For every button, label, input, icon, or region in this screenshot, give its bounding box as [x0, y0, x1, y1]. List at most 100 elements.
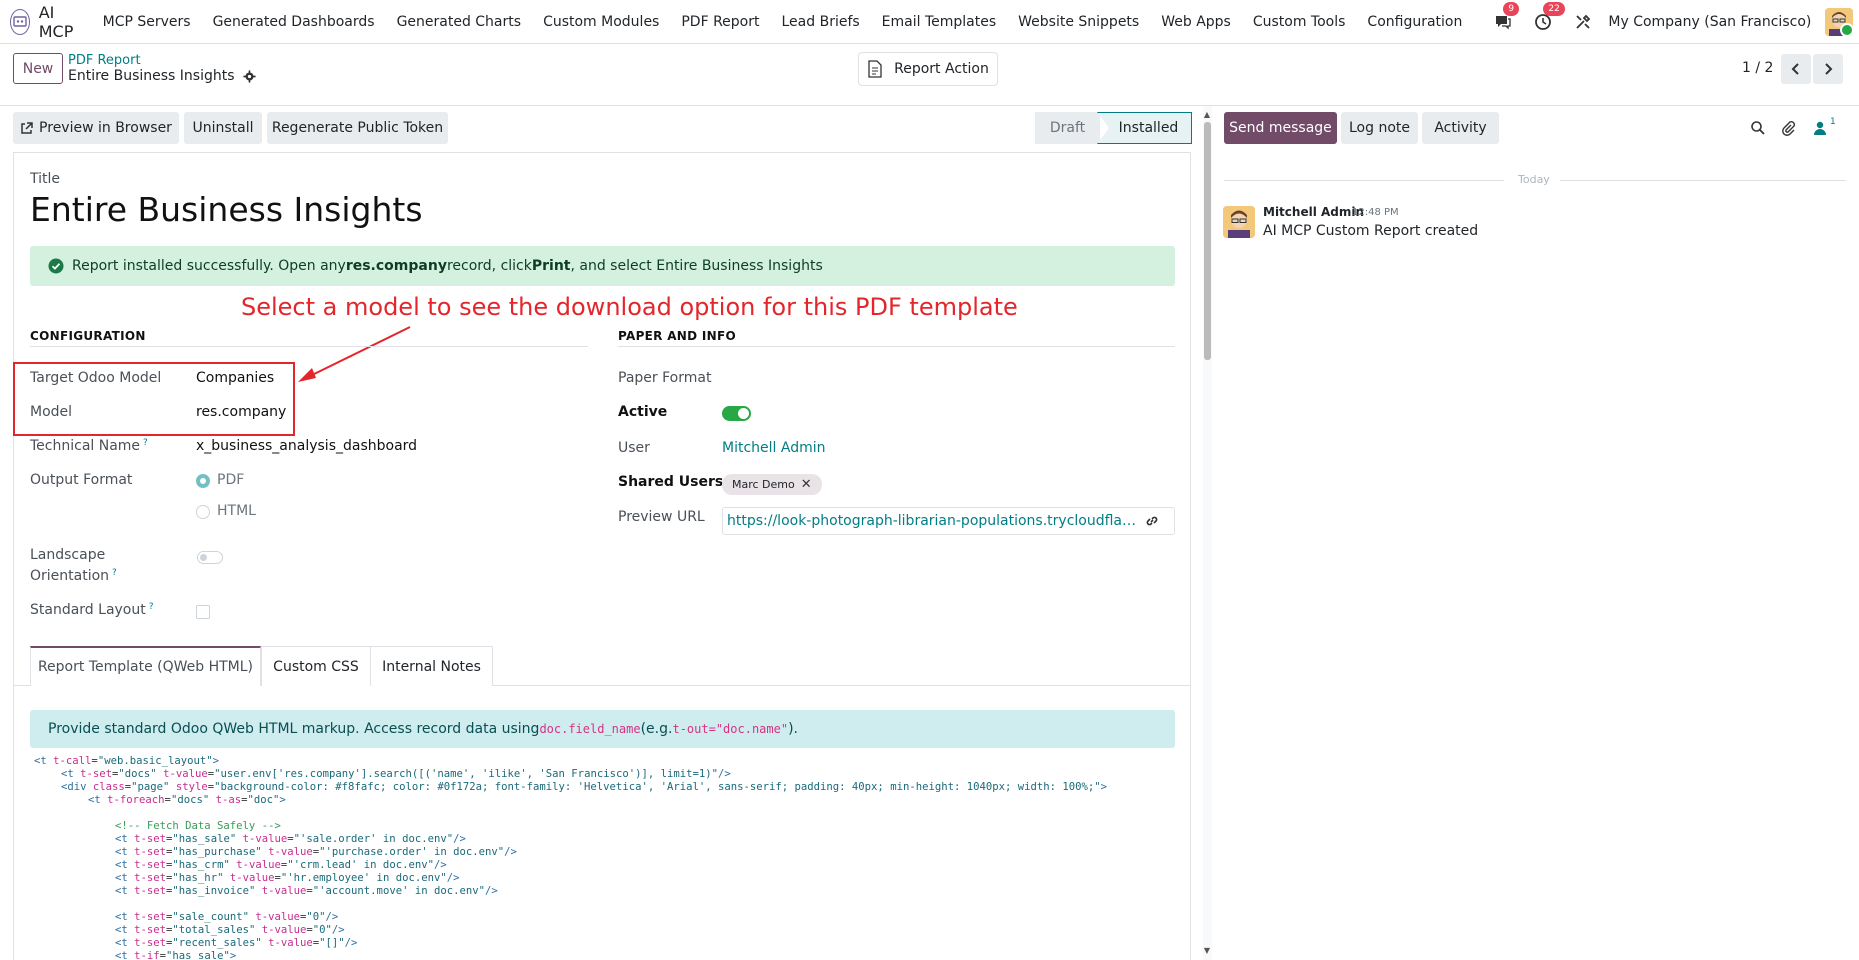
menu-custom-tools[interactable]: Custom Tools	[1242, 14, 1357, 30]
code-line[interactable]: <t t-set="has_crm" t-value="'crm.lead' i…	[34, 859, 1107, 872]
preview-url-field[interactable]: https://look-photograph-librarian-popula…	[722, 507, 1175, 535]
tab-custom-css[interactable]: Custom CSS	[261, 646, 371, 686]
title-field[interactable]: Entire Business Insights	[30, 190, 423, 229]
main-menu: MCP Servers Generated Dashboards Generat…	[92, 14, 1474, 30]
scroll-down-arrow[interactable]: ▼	[1202, 946, 1212, 956]
scroll-up-arrow[interactable]: ▲	[1202, 110, 1212, 120]
stage-installed[interactable]: Installed	[1097, 112, 1192, 144]
code-line[interactable]: <t t-set="total_sales" t-value="0"/>	[34, 924, 1107, 937]
today-divider-left	[1224, 180, 1504, 181]
menu-web-apps[interactable]: Web Apps	[1150, 14, 1242, 30]
search-messages-icon[interactable]	[1750, 120, 1766, 136]
message-author-avatar[interactable]	[1223, 206, 1255, 238]
code-token: "0"	[306, 911, 326, 923]
menu-custom-modules[interactable]: Custom Modules	[532, 14, 670, 30]
code-line[interactable]: <t t-call="web.basic_layout">	[34, 755, 1107, 768]
remove-tag-icon[interactable]: ✕	[801, 477, 812, 492]
record-breadcrumb-title: Entire Business Insights	[68, 68, 256, 84]
output-format-pdf-label[interactable]: PDF	[217, 472, 244, 488]
paperclip-icon[interactable]	[1780, 120, 1796, 136]
regenerate-public-token-button[interactable]: Regenerate Public Token	[267, 112, 448, 144]
activity-clock-icon[interactable]: 22	[1533, 1, 1565, 32]
menu-lead-briefs[interactable]: Lead Briefs	[771, 14, 871, 30]
code-token: t-value	[163, 768, 208, 780]
uninstall-button[interactable]: Uninstall	[184, 112, 262, 144]
output-format-html-radio[interactable]	[196, 505, 210, 519]
breadcrumb-pdf-report[interactable]: PDF Report	[68, 53, 141, 68]
output-format-pdf-radio[interactable]	[196, 474, 210, 488]
send-message-button[interactable]: Send message	[1224, 112, 1337, 144]
technical-name-value[interactable]: x_business_analysis_dashboard	[196, 438, 417, 454]
tab-report-template[interactable]: Report Template (QWeb HTML)	[30, 646, 261, 686]
debug-tools-icon[interactable]	[1573, 12, 1593, 32]
app-brand[interactable]: AI MCP	[0, 3, 80, 41]
model-value[interactable]: res.company	[196, 404, 286, 420]
code-token: t-value	[255, 911, 301, 923]
landscape-toggle[interactable]	[197, 551, 223, 564]
message-body: AI MCP Custom Report created	[1263, 223, 1479, 239]
standard-layout-checkbox[interactable]	[196, 605, 210, 619]
code-line[interactable]: <t t-set="has_hr" t-value="'hr.employee'…	[34, 872, 1107, 885]
company-switcher[interactable]: My Company (San Francisco)	[1608, 14, 1811, 30]
followers-icon[interactable]	[1812, 120, 1828, 136]
user-value-link[interactable]: Mitchell Admin	[722, 440, 826, 456]
code-line[interactable]: <t t-set="has_purchase" t-value="'purcha…	[34, 846, 1107, 859]
target-model-value[interactable]: Companies	[196, 370, 274, 386]
user-avatar[interactable]	[1825, 7, 1854, 36]
menu-pdf-report[interactable]: PDF Report	[670, 14, 770, 30]
pager-previous-button[interactable]	[1781, 54, 1811, 84]
landscape-help-icon[interactable]: ?	[112, 568, 117, 578]
new-button[interactable]: New	[13, 53, 63, 84]
gear-icon[interactable]	[242, 69, 256, 83]
code-token: "background-color: #f8fafc; color: #0f17…	[214, 781, 1101, 793]
log-note-button[interactable]: Log note	[1341, 112, 1418, 144]
technical-name-help-icon[interactable]: ?	[143, 438, 148, 448]
code-line[interactable]	[34, 807, 1107, 820]
activity-button[interactable]: Activity	[1422, 112, 1499, 144]
today-label: Today	[1512, 173, 1556, 186]
code-token: <!-- Fetch Data Safely -->	[115, 820, 281, 832]
code-line[interactable]: <t t-set="has_sale" t-value="'sale.order…	[34, 833, 1107, 846]
top-navbar: AI MCP MCP Servers Generated Dashboards …	[0, 0, 1859, 44]
code-line[interactable]: <!-- Fetch Data Safely -->	[34, 820, 1107, 833]
code-token: >	[212, 755, 220, 767]
menu-generated-charts[interactable]: Generated Charts	[386, 14, 533, 30]
code-line[interactable]	[34, 898, 1107, 911]
code-line[interactable]: <t t-if="has_sale">	[34, 950, 1107, 960]
pager-next-button[interactable]	[1813, 54, 1843, 84]
standard-layout-label-text: Standard Layout	[30, 602, 146, 618]
output-format-html-label[interactable]: HTML	[217, 503, 256, 519]
preview-url-label: Preview URL	[618, 509, 705, 525]
code-line[interactable]: <t t-set="recent_sales" t-value="[]"/>	[34, 937, 1107, 950]
stage-draft[interactable]: Draft	[1035, 112, 1100, 144]
title-label: Title	[30, 171, 61, 187]
code-line[interactable]: <t t-set="has_invoice" t-value="'account…	[34, 885, 1107, 898]
code-token: />	[504, 846, 517, 858]
link-icon[interactable]	[1145, 514, 1159, 528]
tab-internal-notes[interactable]: Internal Notes	[370, 646, 493, 686]
report-action-button[interactable]: Report Action	[858, 52, 998, 86]
code-token: "page"	[131, 781, 170, 793]
qweb-code-editor[interactable]: <t t-call="web.basic_layout"> <t t-set="d…	[34, 755, 1107, 960]
code-line[interactable]: <t t-set="docs" t-value="user.env['res.c…	[34, 768, 1107, 781]
menu-email-templates[interactable]: Email Templates	[871, 14, 1007, 30]
code-token: >	[229, 950, 237, 960]
menu-mcp-servers[interactable]: MCP Servers	[92, 14, 202, 30]
preview-in-browser-button[interactable]: Preview in Browser	[13, 112, 179, 144]
preview-url-value[interactable]: https://look-photograph-librarian-popula…	[727, 513, 1137, 529]
code-token: "web.basic_layout"	[97, 755, 213, 767]
code-line[interactable]: <t t-set="sale_count" t-value="0"/>	[34, 911, 1107, 924]
active-toggle[interactable]	[722, 406, 751, 421]
code-line[interactable]: <div class="page" style="background-colo…	[34, 781, 1107, 794]
menu-generated-dashboards[interactable]: Generated Dashboards	[202, 14, 386, 30]
landscape-label-text: Orientation	[30, 568, 110, 584]
message-author[interactable]: Mitchell Admin	[1263, 205, 1364, 219]
menu-configuration[interactable]: Configuration	[1356, 14, 1473, 30]
menu-website-snippets[interactable]: Website Snippets	[1007, 14, 1150, 30]
pager-value[interactable]: 1 / 2	[1742, 60, 1773, 76]
app-name[interactable]: AI MCP	[39, 3, 80, 41]
form-scrollbar-thumb[interactable]	[1204, 122, 1211, 360]
messaging-icon[interactable]: 9	[1493, 1, 1520, 32]
code-line[interactable]: <t t-foreach="docs" t-as="doc">	[34, 794, 1107, 807]
standard-layout-help-icon[interactable]: ?	[149, 602, 154, 612]
